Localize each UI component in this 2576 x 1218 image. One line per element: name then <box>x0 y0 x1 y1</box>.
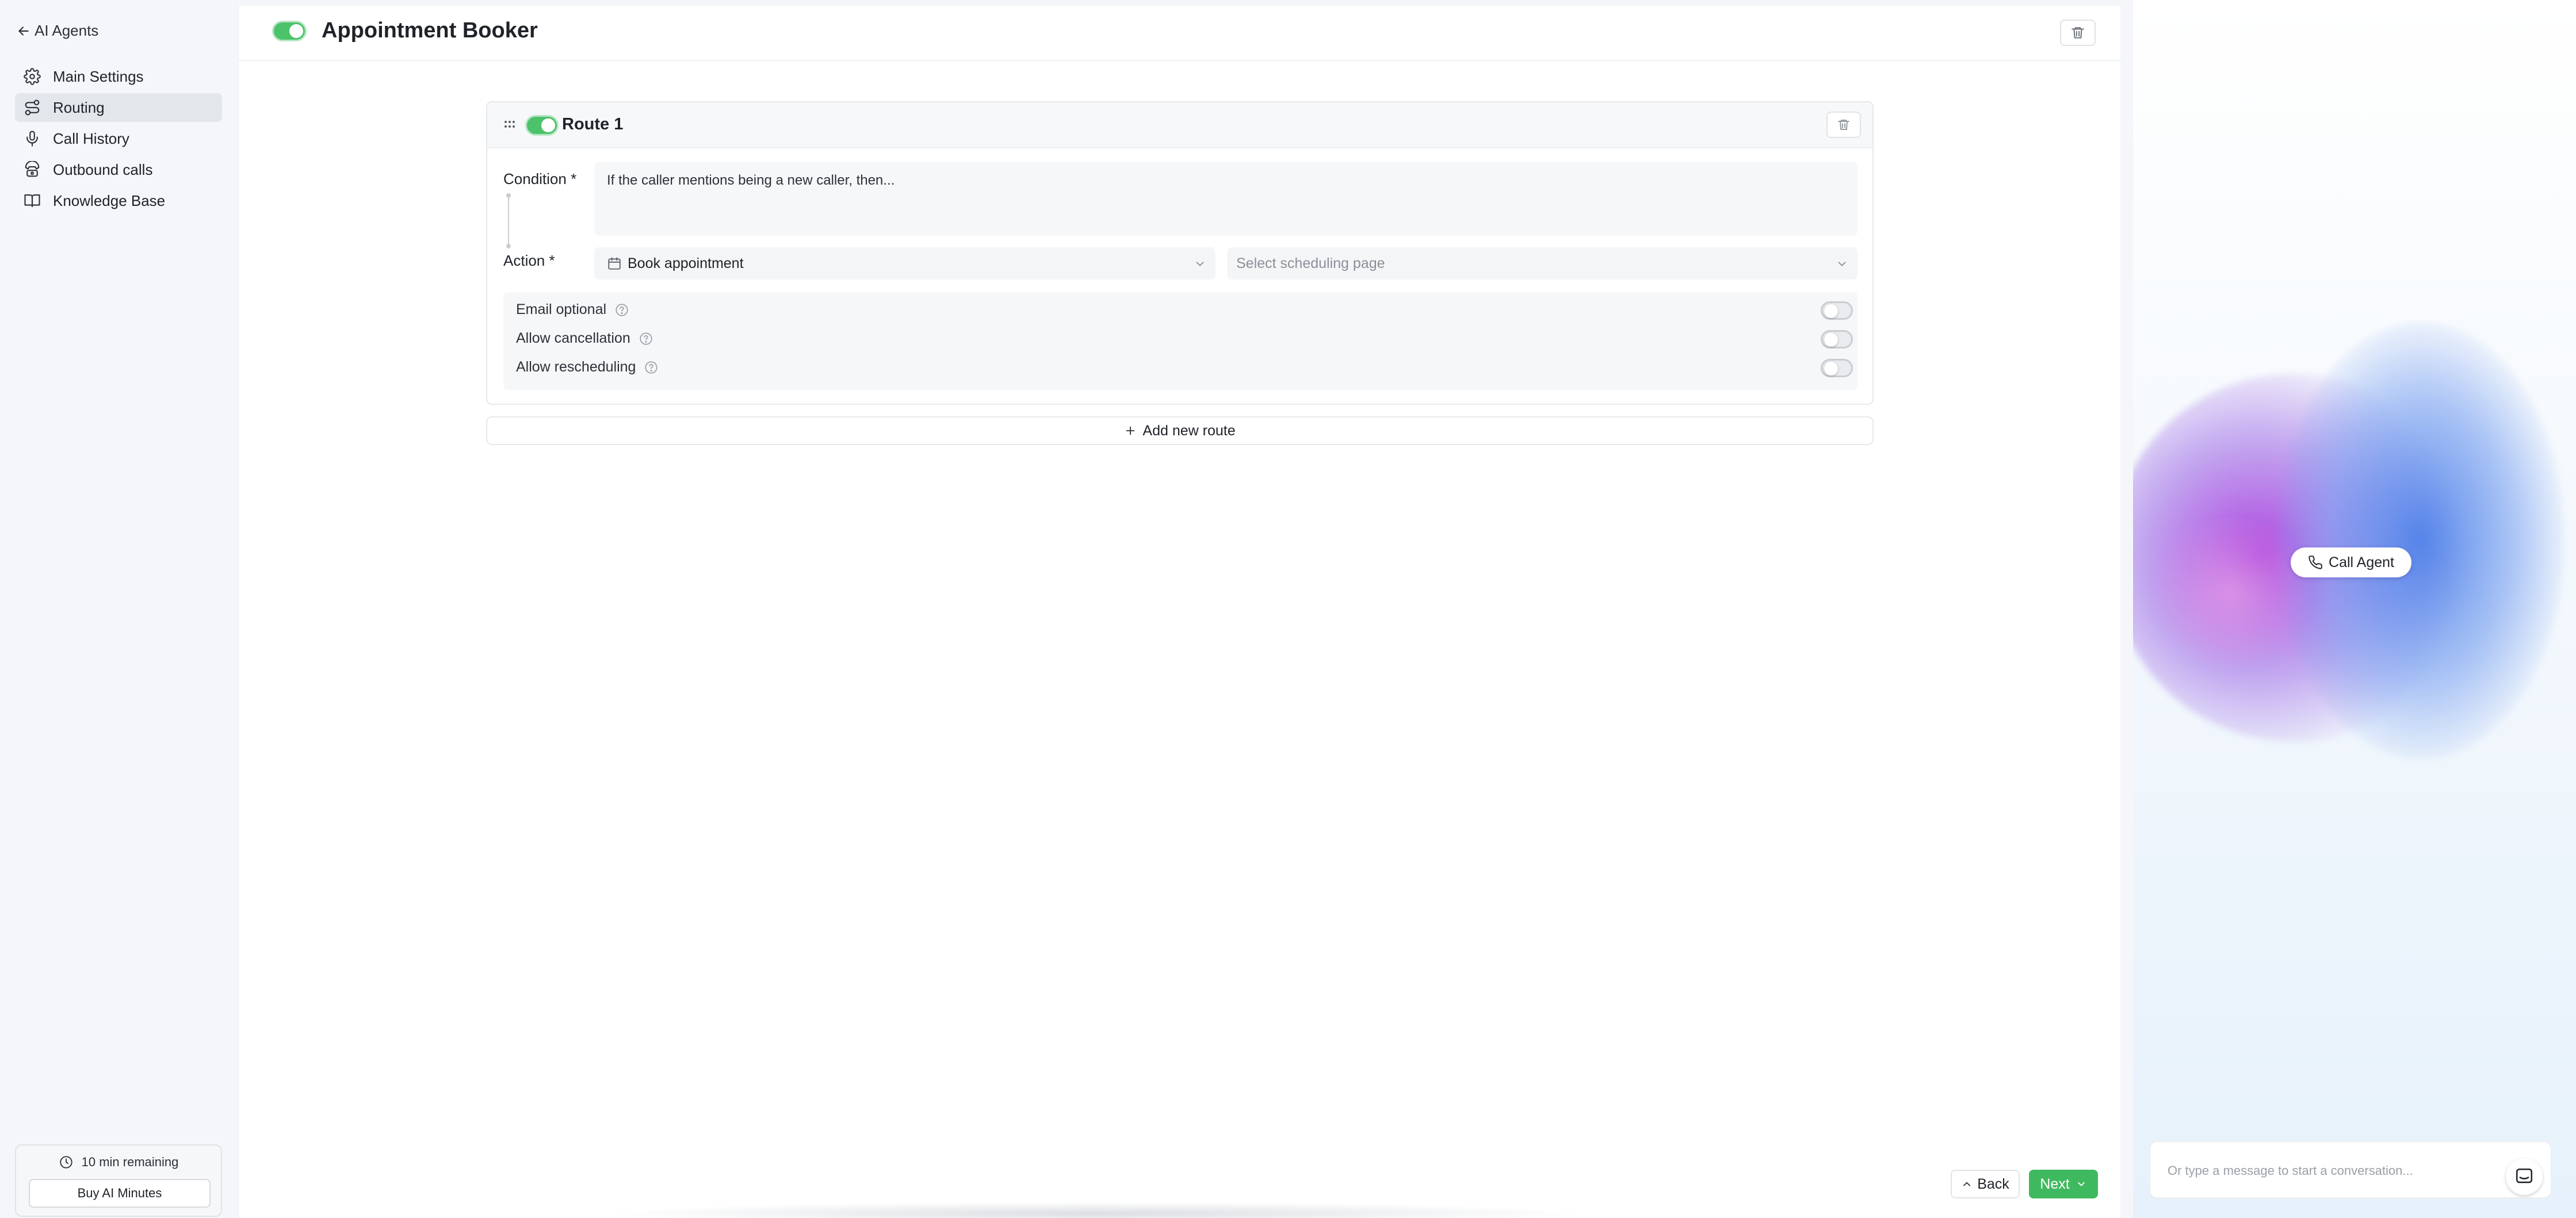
chat-launcher-button[interactable] <box>2506 1158 2543 1195</box>
page-title: Appointment Booker <box>322 18 538 43</box>
voice-orb-pink <box>2145 518 2317 667</box>
route-options: Email optional Allow cancellation Allow … <box>503 292 1858 390</box>
scheduling-page-select[interactable]: Select scheduling page <box>1227 247 1858 279</box>
chevron-down-icon <box>1836 258 1848 270</box>
calendar-icon <box>607 256 622 271</box>
back-to-ai-agents-link[interactable]: AI Agents <box>16 22 98 40</box>
minutes-remaining: 10 min remaining <box>16 1155 221 1170</box>
allow-cancellation-toggle[interactable] <box>1821 330 1853 348</box>
required-mark: * <box>571 170 577 187</box>
call-agent-label: Call Agent <box>2329 554 2394 570</box>
plus-icon <box>1124 424 1137 437</box>
arrow-left-icon <box>16 24 31 39</box>
action-label-text: Action <box>503 252 545 269</box>
sidebar-nav: Main Settings Routing Call History Outbo… <box>15 62 222 217</box>
page-header: Appointment Booker <box>239 6 2120 61</box>
option-allow-rescheduling: Allow rescheduling <box>516 359 659 376</box>
trash-icon <box>2070 25 2085 40</box>
back-link-label: AI Agents <box>35 22 99 39</box>
allow-rescheduling-toggle[interactable] <box>1821 359 1853 377</box>
sidebar: AI Agents Main Settings Routing Call His… <box>0 0 238 1218</box>
sidebar-item-routing[interactable]: Routing <box>15 93 222 122</box>
sidebar-item-call-history[interactable]: Call History <box>15 124 222 153</box>
minutes-remaining-text: 10 min remaining <box>81 1155 179 1169</box>
bottom-shadow <box>607 1202 1585 1218</box>
back-button[interactable]: Back <box>1951 1170 2020 1198</box>
route-header: Route 1 <box>487 102 1872 148</box>
option-label: Allow rescheduling <box>516 359 636 375</box>
ai-minutes-box: 10 min remaining Buy AI Minutes <box>15 1144 222 1217</box>
condition-label: Condition * <box>503 170 576 188</box>
outbound-calls-icon <box>23 160 41 179</box>
next-button[interactable]: Next <box>2029 1170 2098 1198</box>
chevron-down-icon <box>1194 258 1206 270</box>
buy-ai-minutes-button[interactable]: Buy AI Minutes <box>29 1179 211 1208</box>
sidebar-item-main-settings[interactable]: Main Settings <box>15 62 222 91</box>
option-allow-cancellation: Allow cancellation <box>516 330 653 347</box>
trash-icon <box>1837 118 1851 132</box>
action-select[interactable]: Book appointment <box>594 247 1216 279</box>
main-content: Appointment Booker Route 1 Condition * I… <box>238 6 2120 1218</box>
help-icon[interactable] <box>639 331 653 346</box>
action-select-value: Book appointment <box>628 255 744 271</box>
scheduling-page-placeholder: Select scheduling page <box>1236 255 1385 271</box>
agent-test-panel: Call Agent <box>2133 0 2576 1218</box>
clock-icon <box>59 1155 74 1170</box>
drag-handle-icon[interactable] <box>503 118 516 131</box>
back-button-label: Back <box>1977 1175 2009 1192</box>
phone-icon <box>2308 555 2323 570</box>
required-mark: * <box>549 252 555 269</box>
chevron-down-icon <box>2076 1178 2087 1190</box>
chat-icon <box>2514 1167 2534 1186</box>
condition-action-connector <box>506 193 511 248</box>
condition-label-text: Condition <box>503 170 567 187</box>
sidebar-item-label: Knowledge Base <box>53 191 166 209</box>
agent-enabled-toggle[interactable] <box>272 21 307 41</box>
route-name: Route 1 <box>562 115 624 133</box>
add-new-route-button[interactable]: Add new route <box>486 416 1874 445</box>
book-icon <box>23 191 41 210</box>
route-enabled-toggle[interactable] <box>525 115 559 136</box>
email-optional-toggle[interactable] <box>1821 301 1853 320</box>
route-card: Route 1 Condition * If the caller mentio… <box>486 101 1874 405</box>
delete-route-button[interactable] <box>1826 112 1861 138</box>
chat-input-box <box>2149 1141 2552 1198</box>
sidebar-item-outbound-calls[interactable]: Outbound calls <box>15 155 222 184</box>
sidebar-item-label: Main Settings <box>53 67 144 85</box>
help-icon[interactable] <box>614 302 629 317</box>
next-button-label: Next <box>2040 1175 2070 1192</box>
option-label: Email optional <box>516 301 607 317</box>
add-route-label: Add new route <box>1142 422 1236 439</box>
routing-icon <box>23 98 41 117</box>
gear-icon <box>23 67 41 86</box>
option-label: Allow cancellation <box>516 330 630 346</box>
option-email-optional: Email optional <box>516 301 629 318</box>
sidebar-item-label: Call History <box>53 129 129 147</box>
chevron-up-icon <box>1961 1178 1973 1190</box>
help-icon[interactable] <box>644 360 659 375</box>
delete-agent-button[interactable] <box>2060 20 2096 46</box>
sidebar-item-label: Outbound calls <box>53 160 153 178</box>
voice-orb-blue <box>2277 322 2564 759</box>
call-agent-button[interactable]: Call Agent <box>2291 547 2411 577</box>
action-label: Action * <box>503 252 555 270</box>
chat-message-input[interactable] <box>2168 1159 2478 1182</box>
sidebar-item-knowledge-base[interactable]: Knowledge Base <box>15 186 222 215</box>
condition-input[interactable]: If the caller mentions being a new calle… <box>594 162 1858 236</box>
sidebar-item-label: Routing <box>53 98 105 116</box>
microphone-icon <box>23 129 41 148</box>
